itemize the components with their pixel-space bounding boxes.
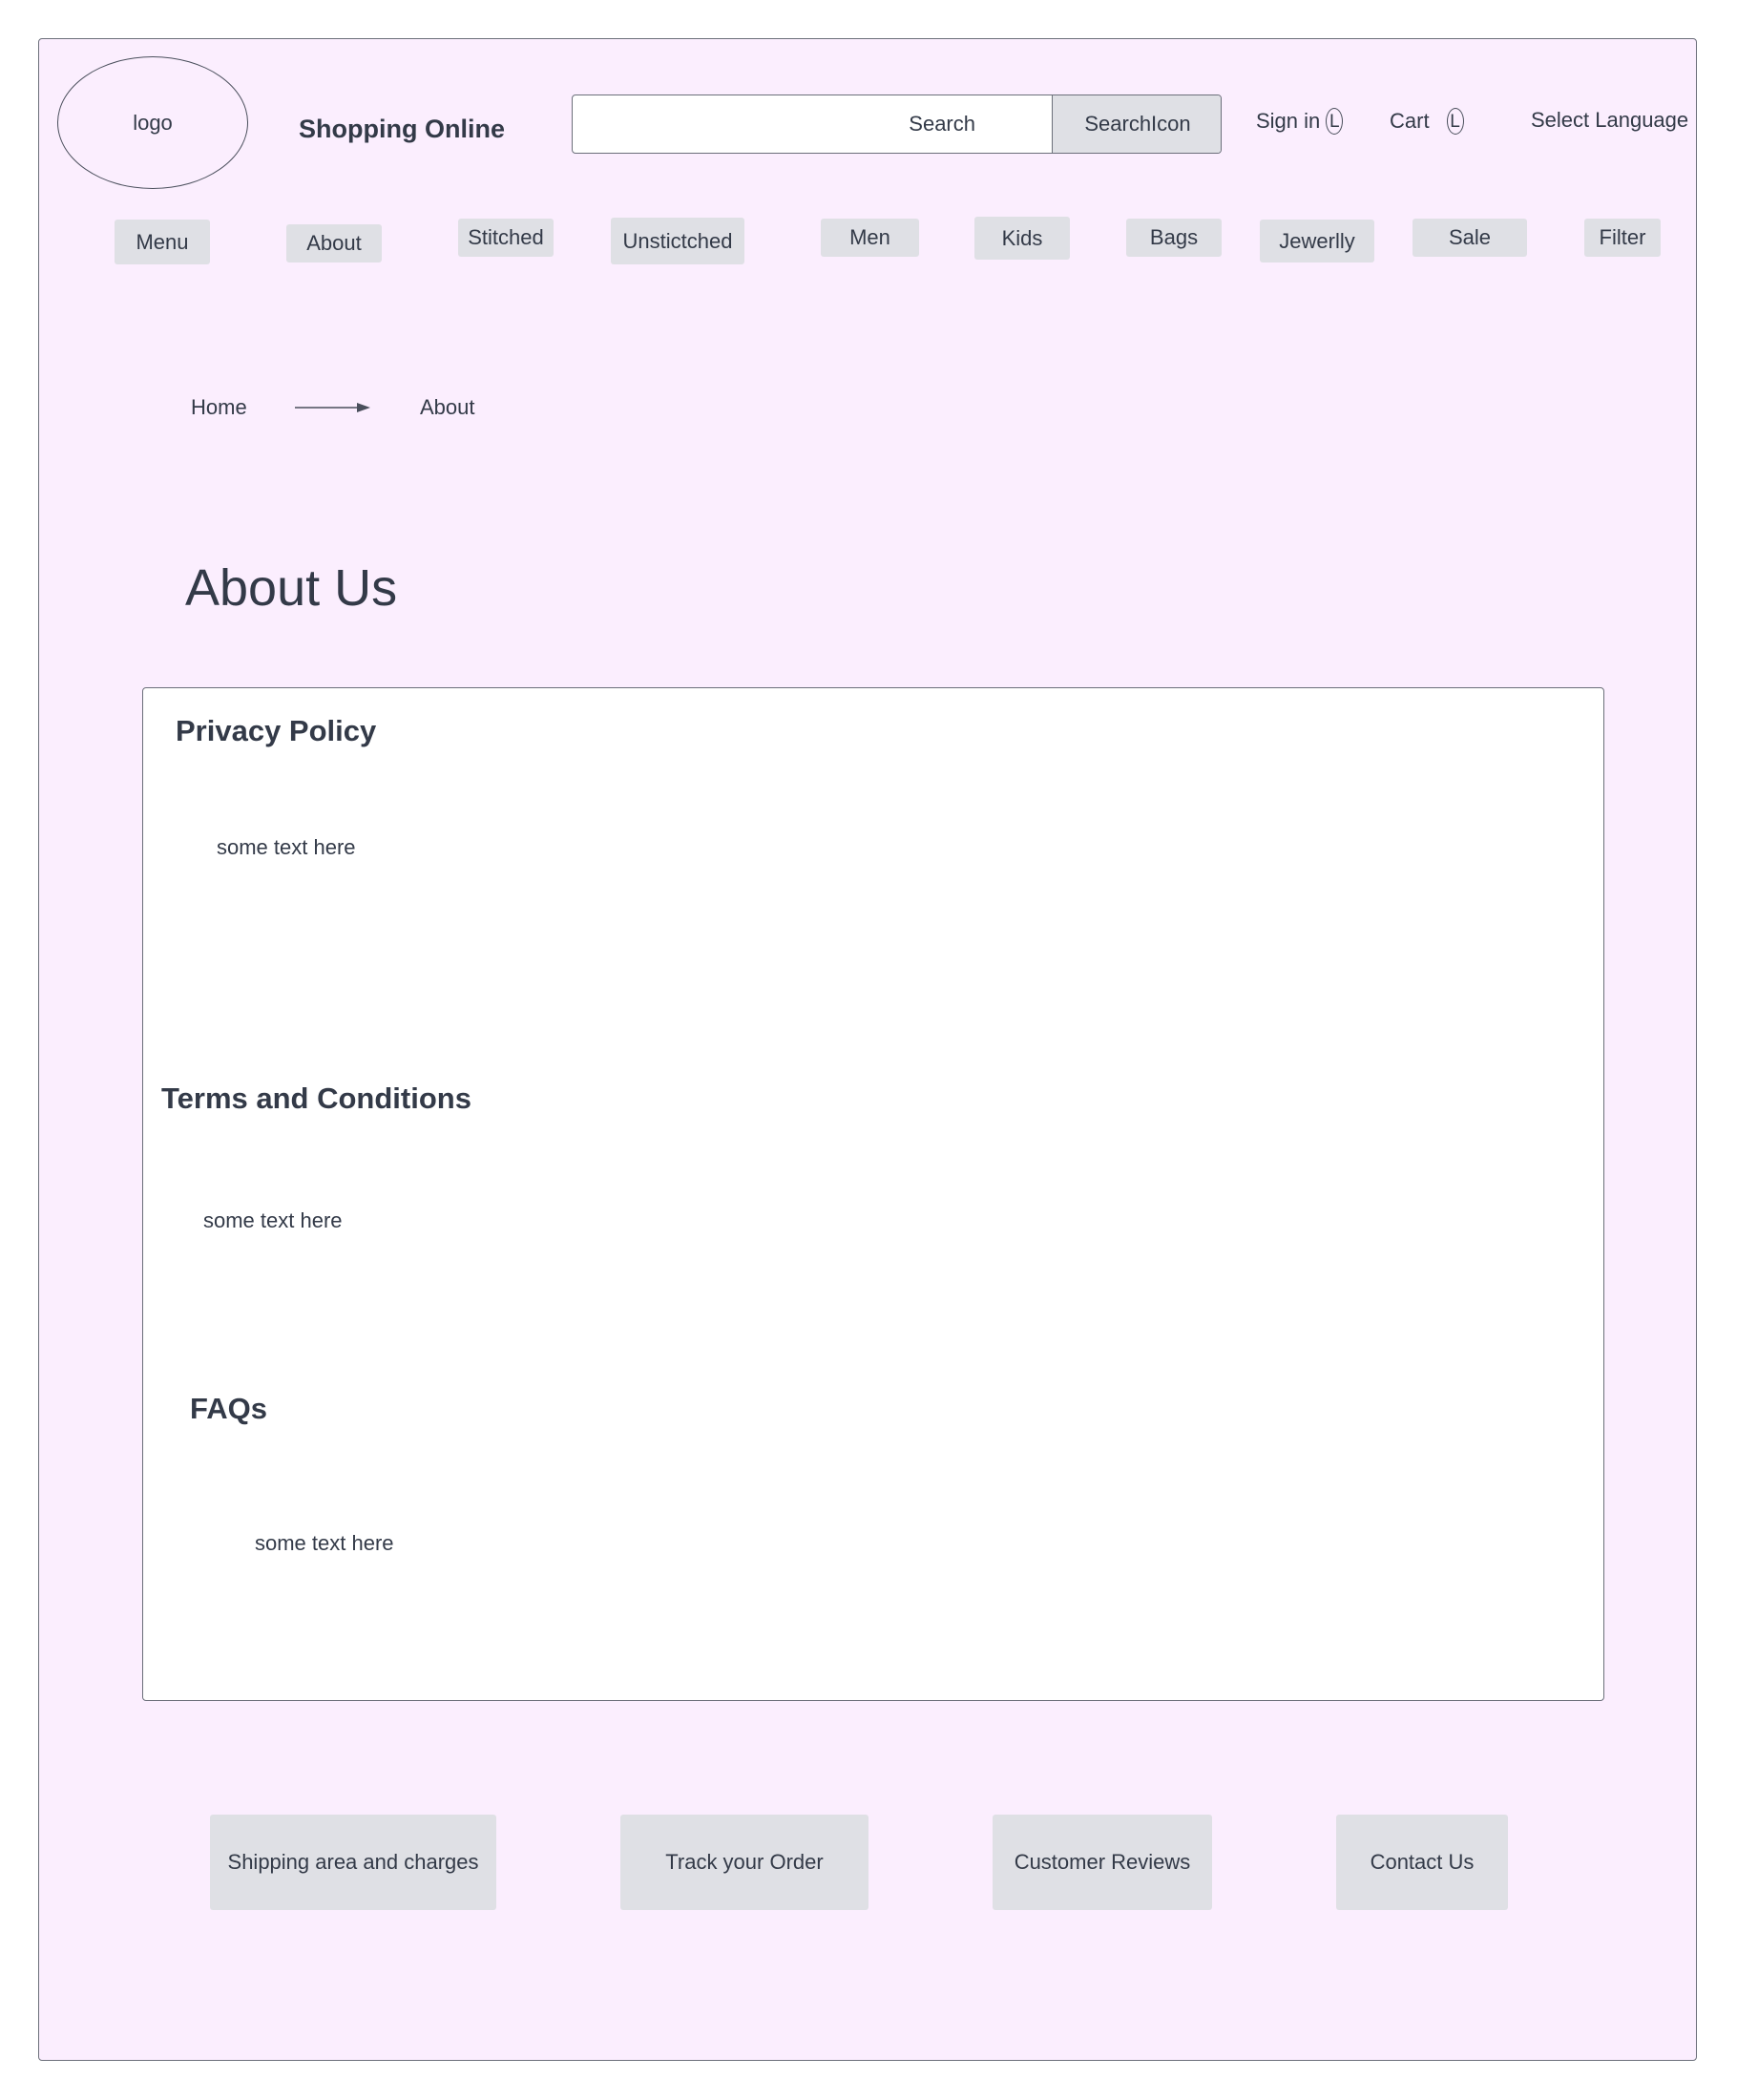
faqs-text: some text here <box>255 1531 394 1555</box>
nav-jewellery[interactable]: Jewerlly <box>1260 220 1374 262</box>
user-icon: L <box>1326 108 1344 135</box>
sign-in-link[interactable]: Sign in L <box>1256 108 1344 135</box>
cart-icon: L <box>1446 108 1464 135</box>
logo[interactable]: logo <box>57 56 248 189</box>
cart-label: Cart <box>1390 109 1430 133</box>
privacy-policy-text: some text here <box>217 835 356 859</box>
site-title: Shopping Online <box>299 115 505 143</box>
nav-about[interactable]: About <box>286 224 382 262</box>
page-title: About Us <box>185 559 398 617</box>
cart-link[interactable]: Cart L <box>1390 108 1464 135</box>
language-selector[interactable]: Select Language <box>1531 108 1688 133</box>
nav-menu[interactable]: Menu <box>115 220 210 264</box>
content-panel: Privacy Policy some text here Terms and … <box>142 687 1604 1701</box>
customer-reviews-button[interactable]: Customer Reviews <box>993 1815 1212 1910</box>
track-order-button[interactable]: Track your Order <box>620 1815 868 1910</box>
nav-kids[interactable]: Kids <box>974 217 1070 260</box>
search-button[interactable]: SearchIcon <box>1052 95 1221 153</box>
logo-text: logo <box>133 110 173 135</box>
nav-men[interactable]: Men <box>821 219 919 257</box>
nav-stitched[interactable]: Stitched <box>458 219 554 257</box>
faqs-title: FAQs <box>190 1392 267 1425</box>
nav-unstitched[interactable]: Unstictched <box>611 218 744 264</box>
nav-bags[interactable]: Bags <box>1126 219 1222 257</box>
shipping-button[interactable]: Shipping area and charges <box>210 1815 496 1910</box>
breadcrumb-home[interactable]: Home <box>191 395 247 420</box>
terms-title: Terms and Conditions <box>161 1082 471 1115</box>
breadcrumb-current: About <box>420 395 475 419</box>
nav-filter[interactable]: Filter <box>1584 219 1661 257</box>
breadcrumb-arrow-icon <box>295 403 370 412</box>
terms-text: some text here <box>203 1208 343 1232</box>
nav-sale[interactable]: Sale <box>1413 219 1527 257</box>
search-bar: SearchIcon <box>572 94 1222 154</box>
sign-in-label: Sign in <box>1256 109 1321 133</box>
contact-us-button[interactable]: Contact Us <box>1336 1815 1508 1910</box>
privacy-policy-title: Privacy Policy <box>176 714 377 747</box>
search-input[interactable] <box>573 95 1052 153</box>
